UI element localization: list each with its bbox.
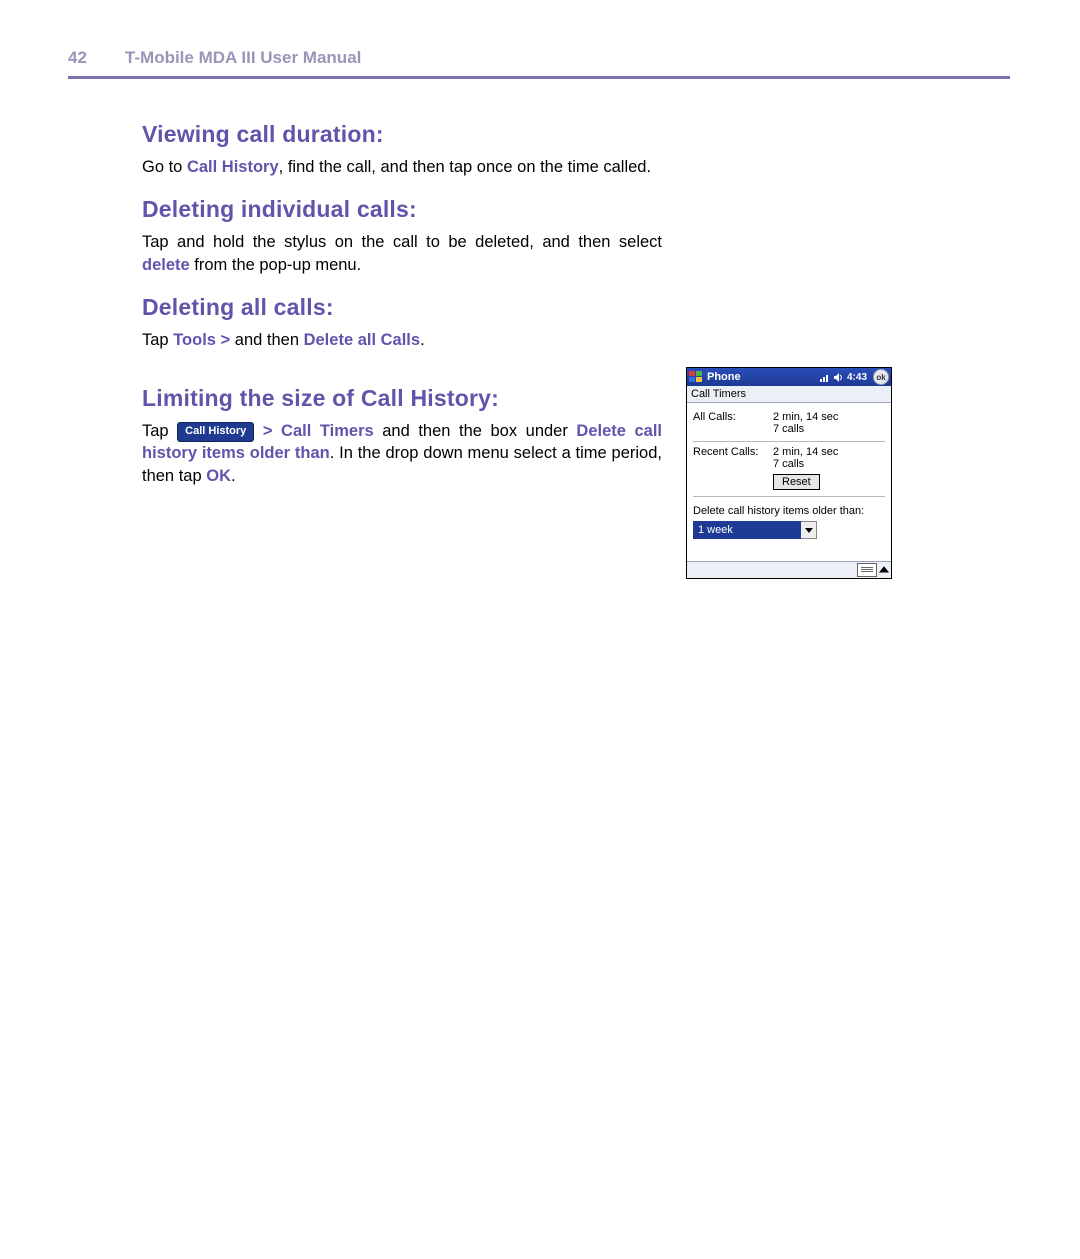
pda-status-area: 4:43 [819, 372, 867, 383]
page-number: 42 [68, 48, 87, 68]
dropdown-arrow-button[interactable] [801, 521, 817, 539]
section-heading-delete-one: Deleting individual calls: [142, 196, 1010, 223]
section-heading-viewing: Viewing call duration: [142, 121, 1010, 148]
device-screenshot: Phone 4:43 ok Call [686, 367, 892, 579]
section-heading-limiting: Limiting the size of Call History: [142, 385, 662, 412]
call-history-button-chip: Call History [177, 422, 254, 442]
text: Go to [142, 158, 187, 176]
keyword-call-timers: > Call Timers [254, 422, 373, 440]
chevron-down-icon [805, 526, 813, 534]
pda-body: All Calls: 2 min, 14 sec 7 calls Recent … [687, 403, 891, 561]
value-recent-calls-duration: 2 min, 14 sec [773, 446, 885, 458]
running-header: 42 T-Mobile MDA III User Manual [68, 48, 1010, 79]
text: Tap and hold the stylus on the call to b… [142, 233, 662, 251]
label-all-calls: All Calls: [693, 411, 771, 423]
keyboard-icon[interactable] [857, 563, 877, 577]
keyword-tools: Tools > [173, 331, 230, 349]
text: from the pop-up menu. [190, 256, 362, 274]
ok-button[interactable]: ok [873, 369, 889, 385]
text: . [231, 467, 236, 485]
signal-icon [819, 372, 830, 383]
row-all-calls: All Calls: 2 min, 14 sec 7 calls [693, 407, 885, 442]
section-body-limiting: Tap Call History > Call Timers and then … [142, 420, 662, 487]
section-body-delete-all: Tap Tools > and then Delete all Calls. [142, 329, 662, 351]
section-body-viewing: Go to Call History, find the call, and t… [142, 156, 662, 178]
text: , find the call, and then tap once on th… [279, 158, 651, 176]
speaker-icon [833, 372, 844, 383]
label-recent-calls: Recent Calls: [693, 446, 771, 458]
pda-bottombar [687, 561, 891, 578]
page-content: Viewing call duration: Go to Call Histor… [70, 79, 1010, 579]
pda-clock: 4:43 [847, 372, 867, 383]
pda-titlebar: Phone 4:43 ok [687, 368, 891, 386]
windows-flag-icon[interactable] [689, 371, 703, 383]
value-all-calls-duration: 2 min, 14 sec [773, 411, 885, 423]
text: Tap [142, 331, 173, 349]
keyword-ok: OK [206, 467, 231, 485]
caret-up-icon[interactable] [879, 564, 889, 576]
reset-button[interactable]: Reset [773, 474, 820, 490]
text: . [420, 331, 425, 349]
running-title: T-Mobile MDA III User Manual [125, 48, 361, 68]
keyword-delete: delete [142, 256, 190, 274]
delete-older-than-dropdown[interactable]: 1 week [693, 521, 817, 539]
pda-app-title: Phone [707, 371, 741, 383]
pda-subtitle: Call Timers [687, 386, 891, 403]
keyword-delete-all-calls: Delete all Calls [304, 331, 420, 349]
value-all-calls-count: 7 calls [773, 423, 885, 435]
text: Tap [142, 422, 177, 440]
section-body-delete-one: Tap and hold the stylus on the call to b… [142, 231, 662, 276]
manual-page: 42 T-Mobile MDA III User Manual Viewing … [0, 0, 1080, 639]
section-heading-delete-all: Deleting all calls: [142, 294, 1010, 321]
value-recent-calls-count: 7 calls [773, 458, 885, 470]
keyword-call-history: Call History [187, 158, 279, 176]
delete-older-than-label: Delete call history items older than: [693, 505, 885, 517]
text: and then [230, 331, 303, 349]
dropdown-value[interactable]: 1 week [693, 521, 801, 539]
text: and then the box under [374, 422, 577, 440]
row-recent-calls: Recent Calls: 2 min, 14 sec 7 calls Rese… [693, 442, 885, 497]
